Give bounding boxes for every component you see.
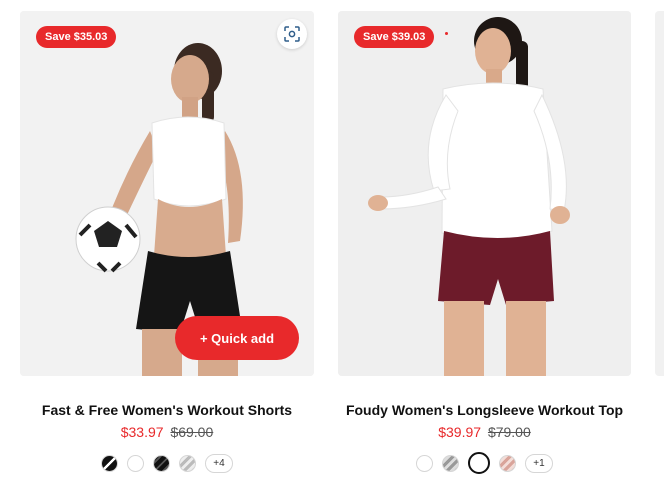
swatch-black-selected[interactable] [468,452,491,474]
product-image[interactable] [655,11,664,376]
product-card-partial[interactable] [655,11,664,376]
product-card[interactable]: Save $35.03 + Quick add Fast & Free Wome… [20,11,314,473]
price-row: $33.97 $69.00 [20,422,314,442]
product-image[interactable]: Save $35.03 + Quick add [20,11,314,376]
discount-badge: Save $39.03 [354,26,435,48]
product-photo [338,11,631,376]
swatch-white[interactable] [416,454,434,472]
compare-price: $69.00 [170,424,214,440]
product-card[interactable]: Save $39.03 Foudy Women's Longsleeve Wor… [338,11,631,474]
quick-add-button[interactable]: + Quick add [175,316,299,360]
swatch-black-white[interactable] [101,455,119,472]
discount-badge: Save $35.03 [36,26,117,48]
swatch-pink-stripe[interactable] [499,454,517,472]
indicator-dot [445,32,448,35]
swatch-white[interactable] [127,455,145,472]
swatch-grey-stripe[interactable] [442,454,460,472]
sale-price: $33.97 [120,424,164,440]
product-image[interactable]: Save $39.03 [338,11,631,376]
color-swatches: +1 [338,452,631,474]
sale-price: $39.97 [438,424,482,440]
product-title[interactable]: Foudy Women's Longsleeve Workout Top [338,399,631,421]
swatch-grey-pattern[interactable] [179,455,197,472]
more-swatches[interactable]: +4 [205,454,233,473]
more-swatches[interactable]: +1 [525,453,553,473]
swatch-black-pattern[interactable] [153,455,171,472]
color-swatches: +4 [20,454,314,473]
product-title[interactable]: Fast & Free Women's Workout Shorts [20,399,314,421]
price-row: $39.97 $79.00 [338,422,631,442]
lens-scan-icon[interactable] [277,19,307,49]
compare-price: $79.00 [487,424,531,440]
